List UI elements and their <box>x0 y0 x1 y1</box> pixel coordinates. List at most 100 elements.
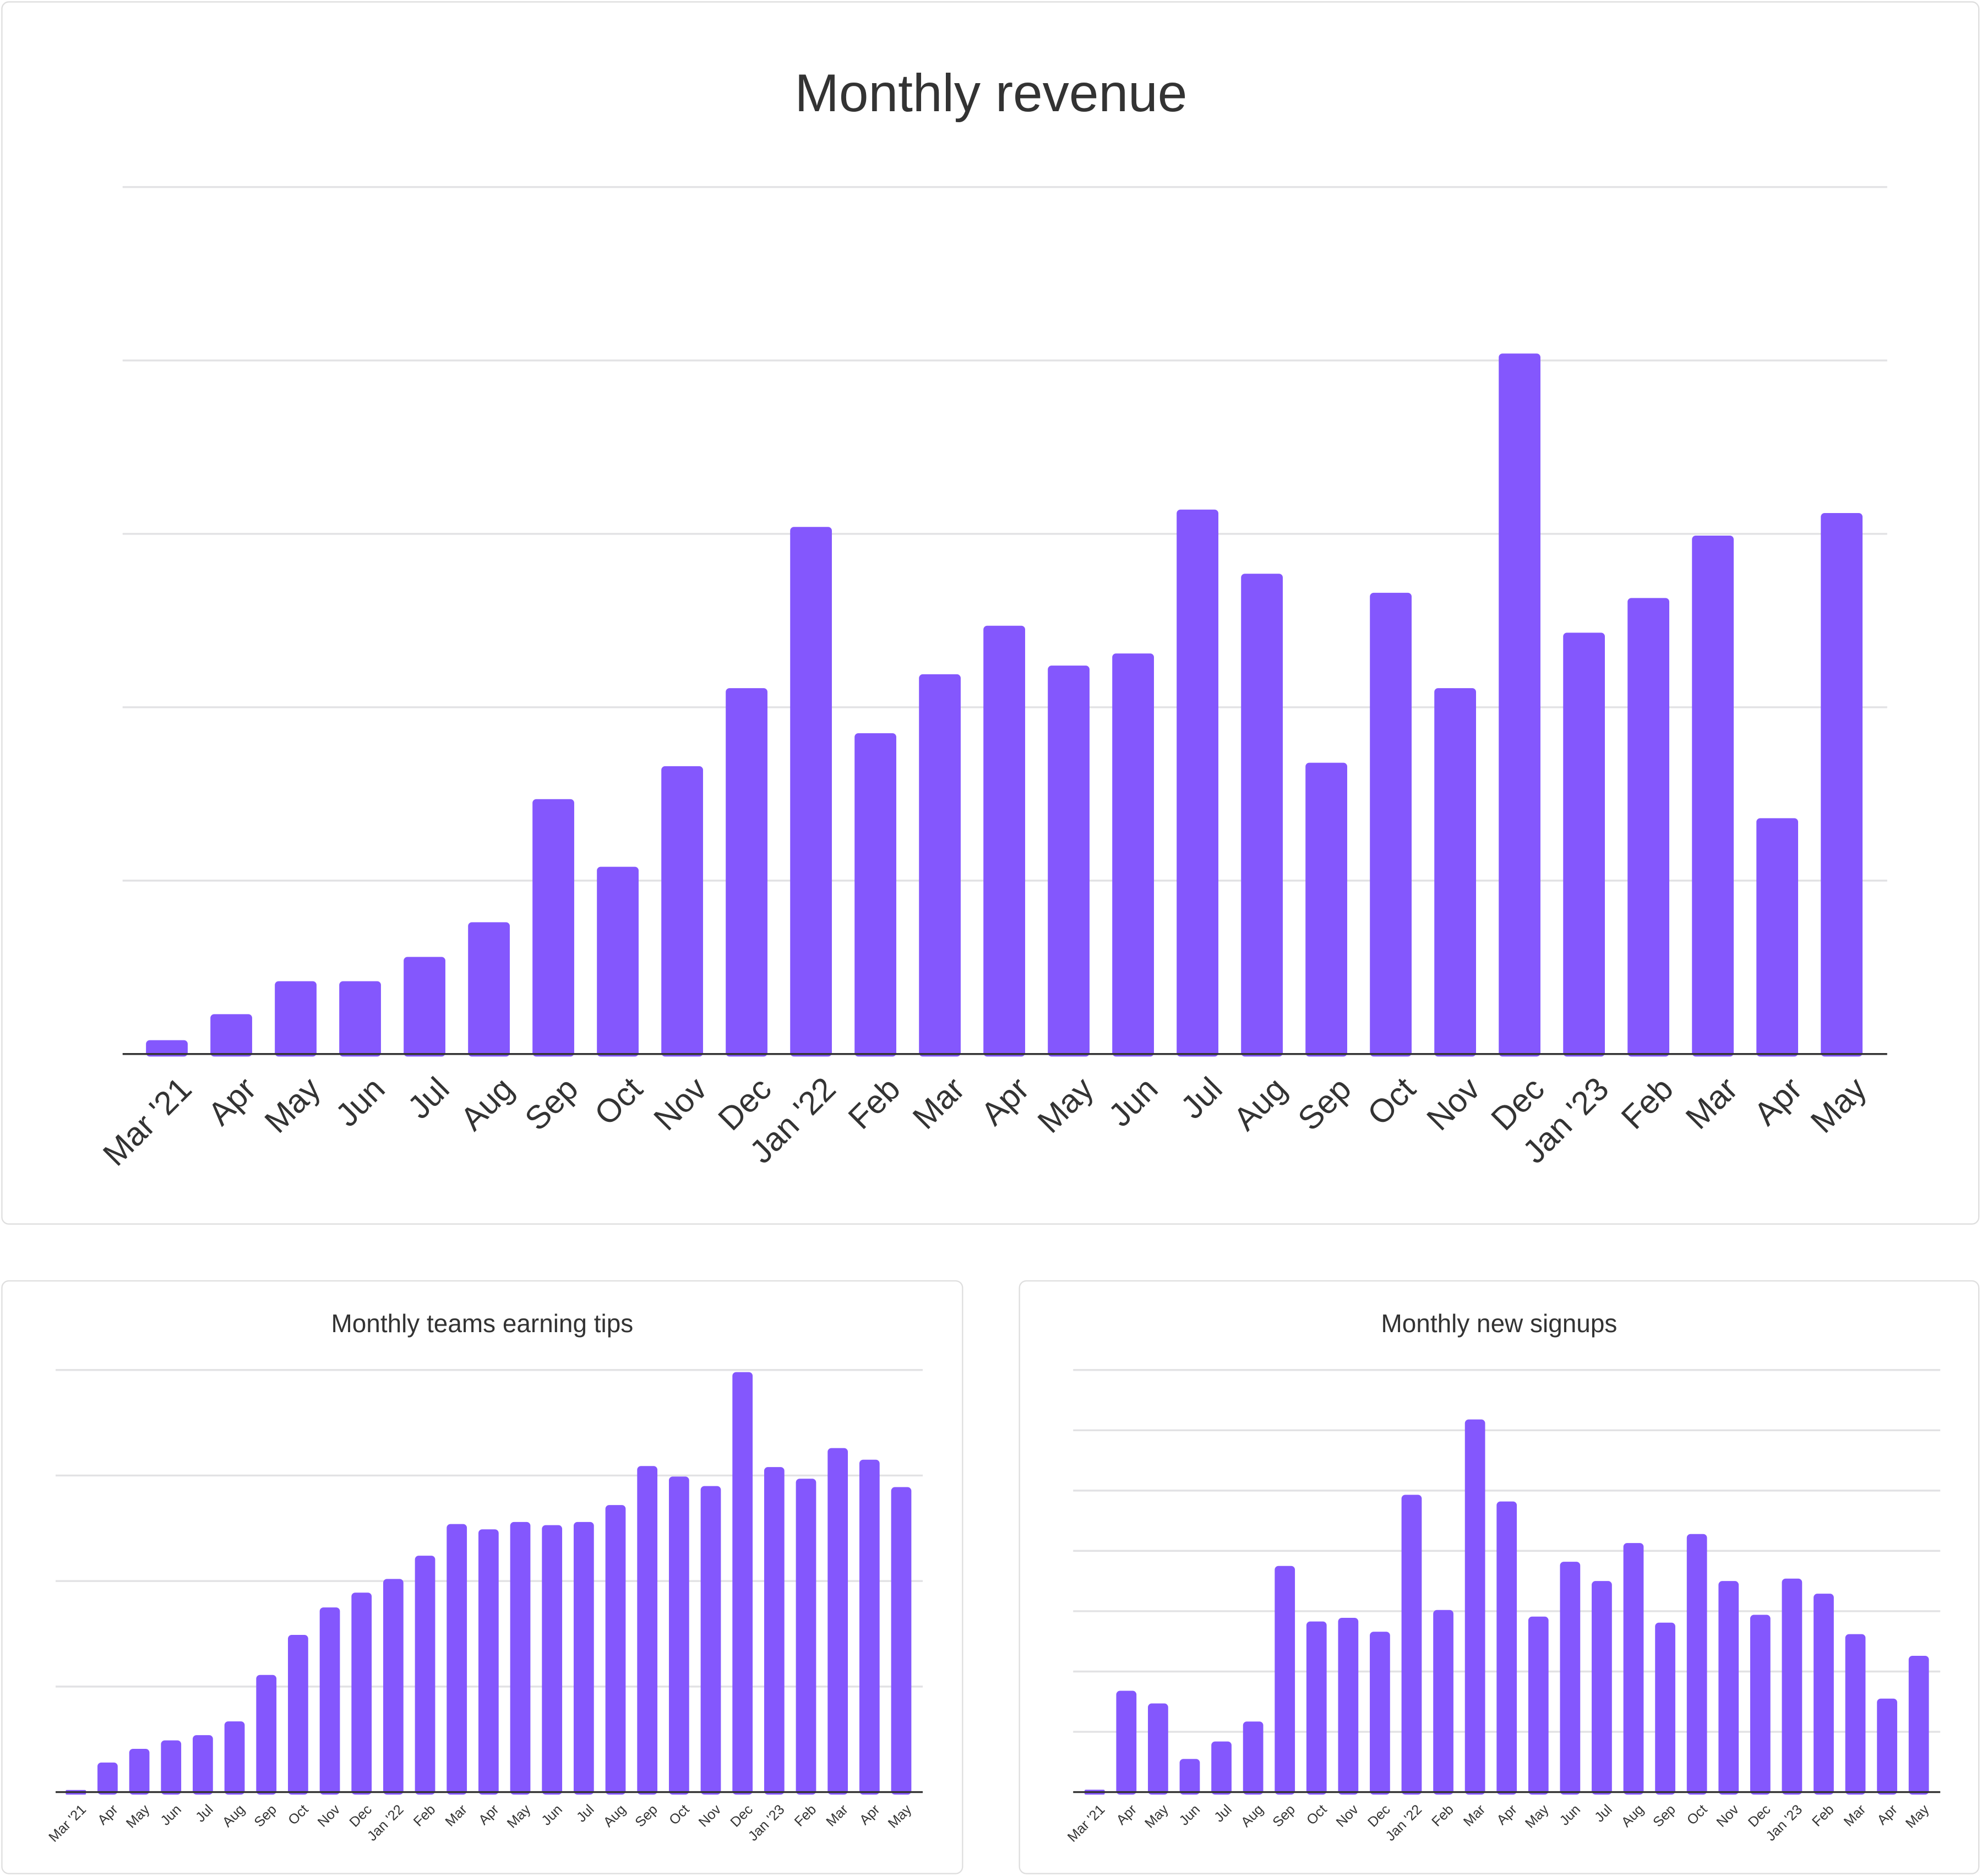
teams-tips-bar <box>351 1593 372 1795</box>
teams-tips-x-tick-label: Apr <box>857 1802 883 1828</box>
signups-bar <box>1275 1566 1295 1795</box>
revenue-bar <box>854 733 896 1057</box>
signups-bar <box>1211 1741 1232 1795</box>
revenue-bar <box>1370 592 1412 1057</box>
revenue-bar <box>1112 653 1154 1057</box>
teams-tips-x-tick-label: Mar <box>823 1802 851 1830</box>
signups-bar <box>1306 1621 1327 1795</box>
revenue-bar <box>339 981 381 1057</box>
revenue-x-tick-label: Mar <box>1679 1070 1745 1136</box>
revenue-x-tick-label: Jul <box>400 1070 456 1126</box>
revenue-x-tick-label: Sep <box>518 1070 585 1137</box>
teams-tips-x-tick-label: Feb <box>411 1802 439 1830</box>
teams-tips-bar <box>700 1486 721 1795</box>
signups-x-tick-label: Nov <box>1333 1802 1362 1830</box>
signups-bar <box>1338 1617 1359 1795</box>
charts-svg: Mar '21 AprMay Jun JulAugSep OctNovDecJan '2… <box>46 186 1941 1845</box>
revenue-bar <box>983 625 1025 1057</box>
signups-bar <box>1655 1622 1675 1795</box>
signups-x-tick-label: Jul <box>1211 1802 1235 1825</box>
signups-bar <box>1877 1698 1897 1795</box>
teams-tips-x-tick-label: Nov <box>696 1802 725 1830</box>
teams-tips-bar <box>193 1735 213 1795</box>
teams-tips-bar <box>510 1521 531 1795</box>
teams-tips-x-tick-label: May <box>123 1802 153 1831</box>
teams-tips-x-tick-label: Nov <box>315 1802 344 1830</box>
signups-bar <box>1845 1634 1866 1795</box>
signups-x-tick-label: Jun <box>1557 1802 1584 1829</box>
revenue-x-tick-label: Oct <box>587 1070 650 1132</box>
signups-bar <box>1179 1759 1200 1795</box>
revenue-bar <box>1821 512 1863 1057</box>
revenue-x-tick-label: Apr <box>201 1070 263 1132</box>
signups-x-tick-label: Apr <box>1874 1802 1901 1828</box>
signups-bar <box>1623 1543 1644 1795</box>
teams-tips-bar <box>859 1459 880 1795</box>
teams-tips-bar <box>668 1476 689 1795</box>
signups-bar <box>1592 1581 1612 1795</box>
revenue-bar <box>275 981 317 1057</box>
signups-x-tick-label: Mar '21 <box>1065 1802 1108 1845</box>
revenue-x-tick-label: Oct <box>1360 1070 1423 1132</box>
teams-tips-bar <box>288 1634 308 1795</box>
revenue-bar <box>790 527 832 1057</box>
teams-tips-bar <box>542 1525 563 1795</box>
signups-bar <box>1908 1656 1929 1795</box>
teams-tips-bar <box>637 1466 658 1795</box>
signups-x-tick-label: Oct <box>1684 1802 1711 1828</box>
teams-tips-x-tick-label: Jun <box>157 1802 184 1829</box>
revenue-x-tick-label: Nov <box>1419 1070 1487 1138</box>
teams-tips-bar <box>319 1607 340 1795</box>
teams-tips-bar <box>224 1721 245 1795</box>
revenue-x-tick-label: Apr <box>974 1070 1036 1132</box>
signups-x-tick-label: Jun <box>1177 1802 1204 1829</box>
teams-tips-x-tick-label: Mar <box>442 1802 470 1830</box>
signups-x-tick-label: Feb <box>1429 1802 1457 1830</box>
teams-tips-bar <box>415 1556 435 1795</box>
signups-bar <box>1814 1594 1834 1795</box>
signups-x-tick-label: May <box>1903 1802 1932 1831</box>
signups-x-tick-label: Jul <box>1592 1802 1615 1825</box>
revenue-bar <box>532 799 574 1057</box>
teams-tips-bar <box>891 1487 912 1795</box>
signups-x-tick-label: Sep <box>1650 1802 1679 1830</box>
signups-x-tick-label: Nov <box>1713 1802 1742 1830</box>
signups-x-tick-label: Apr <box>1494 1802 1520 1828</box>
signups-bar <box>1528 1616 1549 1795</box>
signups-bar <box>1116 1690 1137 1795</box>
revenue-x-tick-label: Mar <box>906 1070 972 1136</box>
teams-tips-x-tick-label: Oct <box>285 1802 312 1828</box>
revenue-bar <box>1563 632 1605 1057</box>
teams-tips-x-tick-label: Oct <box>666 1802 693 1828</box>
signups-x-tick-label: Mar <box>1461 1802 1489 1830</box>
revenue-bar <box>1241 574 1283 1057</box>
revenue-x-tick-label: May <box>1804 1070 1874 1140</box>
teams-tips-bar <box>573 1521 594 1795</box>
revenue-bar <box>1305 762 1347 1057</box>
teams-tips-bar <box>764 1467 785 1795</box>
teams-tips-x-tick-label: Mar '21 <box>46 1802 89 1845</box>
revenue-x-tick-label: Aug <box>453 1070 520 1137</box>
signups-bar <box>1464 1419 1485 1795</box>
revenue-x-tick-label: Jun <box>328 1070 391 1133</box>
revenue-bar <box>1692 535 1734 1057</box>
teams-tips-x-tick-label: May <box>885 1802 915 1831</box>
revenue-bar <box>1177 509 1218 1057</box>
signups-bar <box>1243 1721 1264 1795</box>
signups-x-tick-label: Sep <box>1270 1802 1298 1830</box>
revenue-bar <box>404 957 445 1057</box>
signups-x-tick-label: Aug <box>1238 1802 1267 1830</box>
signups-bar <box>1433 1610 1453 1795</box>
revenue-bar <box>1499 353 1540 1057</box>
revenue-x-tick-label: Sep <box>1291 1070 1358 1137</box>
revenue-bar <box>1048 666 1090 1057</box>
teams-tips-bar <box>827 1448 848 1795</box>
signups-bar <box>1560 1562 1581 1795</box>
revenue-bar <box>661 766 703 1057</box>
teams-tips-bar <box>256 1675 277 1795</box>
teams-tips-x-tick-label: Feb <box>792 1802 820 1830</box>
signups-bar <box>1686 1534 1707 1795</box>
revenue-x-tick-label: Feb <box>841 1070 907 1136</box>
revenue-bar <box>1756 818 1799 1057</box>
teams-tips-bar <box>605 1505 626 1795</box>
